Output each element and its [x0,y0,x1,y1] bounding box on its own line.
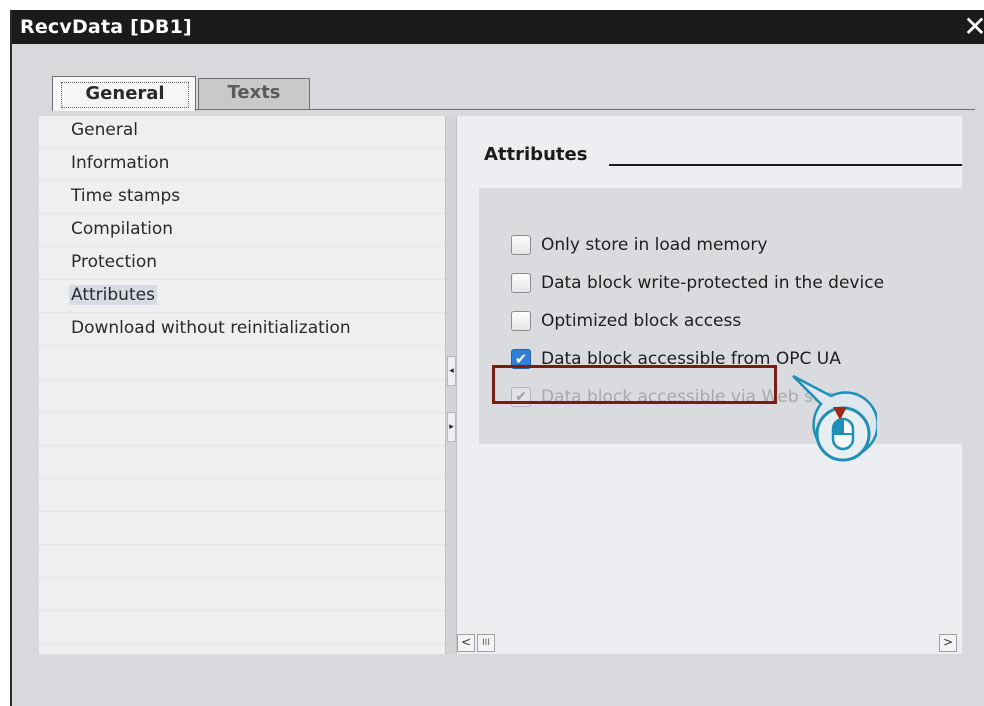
option-label: Optimized block access [541,311,742,331]
attributes-panel: Attributes Only store in load memory Dat… [457,116,962,654]
property-navigation: General Information Time stamps Compilat… [39,116,445,654]
nav-row-divider [39,511,445,512]
nav-row-divider [39,544,445,545]
nav-item-time-stamps[interactable]: Time stamps [39,182,445,214]
nav-item-compilation[interactable]: Compilation [39,215,445,247]
nav-row-divider [39,379,445,380]
pane-splitter[interactable]: ◂ ▸ [445,116,457,654]
attributes-box: Only store in load memory Data block wri… [479,188,962,462]
tab-general[interactable]: General [52,76,196,111]
title-bar: RecvData [DB1] ✕ [12,10,984,44]
tab-content: General Information Time stamps Compilat… [39,116,962,654]
section-rule [609,164,962,166]
scroll-left-button[interactable]: < [457,634,475,652]
tab-texts[interactable]: Texts [198,78,310,109]
highlight-frame [492,365,777,404]
scroll-right-button[interactable]: > [939,634,957,652]
mouse-click-icon [792,374,877,462]
scroll-thumb[interactable]: III [477,634,495,652]
collapse-right-button[interactable]: ▸ [447,412,456,442]
checkbox[interactable] [511,273,531,293]
nav-row-divider [39,412,445,413]
nav-row-divider [39,577,445,578]
nav-row-divider [39,445,445,446]
nav-item-protection[interactable]: Protection [39,248,445,280]
collapse-left-button[interactable]: ◂ [447,356,456,386]
checkbox[interactable] [511,235,531,255]
section-title: Attributes [484,144,588,165]
horizontal-scrollbar[interactable]: < III > [457,634,962,654]
tab-general-label: General [61,82,189,108]
option-label: Data block write-protected in the device [541,273,885,293]
nav-item-attributes-label: Attributes [69,285,157,305]
nav-item-general[interactable]: General [39,116,445,148]
checkbox[interactable] [511,311,531,331]
option-label: Only store in load memory [541,235,768,255]
properties-dialog: RecvData [DB1] ✕ General Texts General I… [10,10,984,706]
nav-item-attributes[interactable]: Attributes [39,281,445,313]
nav-row-divider [39,643,445,644]
close-icon[interactable]: ✕ [960,11,984,43]
window-title: RecvData [DB1] [20,16,192,38]
nav-row-divider [39,610,445,611]
nav-row-divider [39,478,445,479]
nav-item-information[interactable]: Information [39,149,445,181]
nav-item-download-without-reinitialization[interactable]: Download without reinitialization [39,314,445,346]
